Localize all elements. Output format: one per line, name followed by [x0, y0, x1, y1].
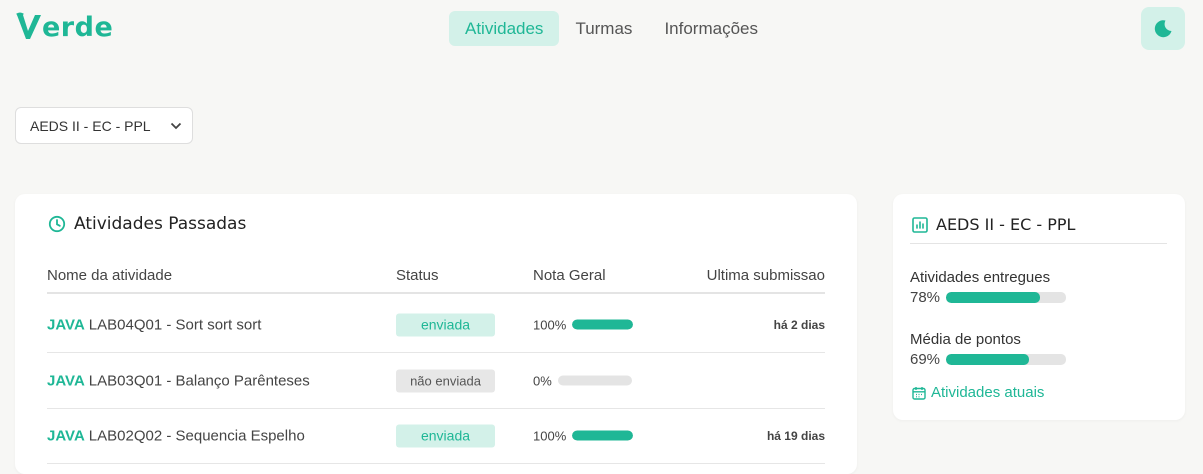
logo-v-icon — [16, 12, 41, 39]
chevron-down-icon — [170, 122, 182, 129]
stat-progress-fill — [946, 354, 1029, 365]
class-select[interactable]: AEDS II - EC - PPL — [15, 107, 193, 144]
past-activities-card: Atividades Passadas Nome da atividade St… — [15, 194, 857, 474]
activity-title: LAB02Q02 - Sequencia Espelho — [88, 427, 305, 444]
current-activities-link[interactable]: Atividades atuais — [912, 384, 1044, 401]
stat-progress-fill — [946, 292, 1040, 303]
main-nav: Atividades Turmas Informações — [449, 11, 774, 46]
activity-lang: JAVA — [47, 316, 85, 333]
activity-lang: JAVA — [47, 427, 85, 444]
status-badge: enviada — [396, 424, 495, 447]
logo-text: erde — [42, 11, 114, 43]
grade-progress-bar — [557, 375, 632, 386]
table-row[interactable]: JAVA LAB03Q01 - Balanço Parênteses não en… — [47, 353, 825, 409]
clock-icon — [48, 215, 66, 233]
summary-title: AEDS II - EC - PPL — [936, 215, 1076, 234]
divider — [910, 243, 1167, 244]
grade-value: 100% — [533, 317, 567, 332]
nav-informacoes[interactable]: Informações — [648, 11, 774, 46]
status-badge: enviada — [396, 313, 495, 336]
activity-lang: JAVA — [47, 372, 85, 389]
grade: 100% — [533, 428, 634, 443]
grade: 100% — [533, 317, 634, 332]
activity-name[interactable]: JAVA LAB02Q02 - Sequencia Espelho — [47, 427, 305, 444]
past-activities-title: Atividades Passadas — [74, 214, 247, 234]
status-badge: não enviada — [396, 369, 495, 392]
col-grade: Nota Geral — [533, 267, 606, 284]
grade-progress-fill — [572, 430, 634, 441]
stat-label: Atividades entregues — [910, 269, 1051, 286]
bar-chart-icon — [912, 216, 928, 233]
col-last-submission: Ultima submissao — [706, 267, 825, 284]
current-activities-label: Atividades atuais — [931, 384, 1045, 401]
stat-value: 78% — [910, 289, 941, 306]
summary-header: AEDS II - EC - PPL — [912, 215, 1075, 234]
table-row[interactable]: JAVA LAB04Q01 - Sort sort sort enviada 10… — [47, 297, 825, 353]
grade-value: 100% — [533, 428, 567, 443]
grade: 0% — [533, 373, 632, 388]
stat-value: 69% — [910, 351, 941, 368]
activity-title: LAB03Q01 - Balanço Parênteses — [88, 372, 310, 389]
stat-average: Média de pontos 69% — [910, 331, 1067, 368]
stat-progress-bar — [946, 354, 1067, 365]
class-summary-card: AEDS II - EC - PPL Atividades entregues … — [893, 194, 1185, 420]
grade-value: 0% — [533, 373, 552, 388]
last-submission: há 2 dias — [773, 317, 825, 332]
nav-turmas[interactable]: Turmas — [559, 11, 648, 46]
stat-label: Média de pontos — [910, 331, 1021, 348]
grade-progress-bar — [572, 319, 634, 330]
activity-name[interactable]: JAVA LAB04Q01 - Sort sort sort — [47, 316, 261, 333]
table-row[interactable]: JAVA LAB02Q02 - Sequencia Espelho enviada… — [47, 408, 825, 464]
grade-progress-bar — [572, 430, 634, 441]
activity-name[interactable]: JAVA LAB03Q01 - Balanço Parênteses — [47, 372, 310, 389]
stat-progress-bar — [946, 292, 1067, 303]
col-status: Status — [396, 267, 439, 284]
theme-toggle-button[interactable] — [1141, 7, 1185, 50]
activity-title: LAB04Q01 - Sort sort sort — [88, 316, 262, 333]
nav-atividades[interactable]: Atividades — [449, 11, 560, 46]
past-activities-header: Atividades Passadas — [48, 214, 246, 234]
moon-icon — [1154, 19, 1172, 37]
stat-delivered: Atividades entregues 78% — [910, 269, 1067, 306]
class-select-value: AEDS II - EC - PPL — [30, 117, 151, 134]
last-submission: há 19 dias — [766, 428, 825, 443]
col-name: Nome da atividade — [47, 267, 173, 284]
grade-progress-fill — [572, 319, 634, 330]
table-header: Nome da atividade Status Nota Geral Ulti… — [47, 267, 825, 294]
calendar-icon — [912, 386, 926, 400]
verde-logo[interactable]: erde — [15, 12, 113, 42]
